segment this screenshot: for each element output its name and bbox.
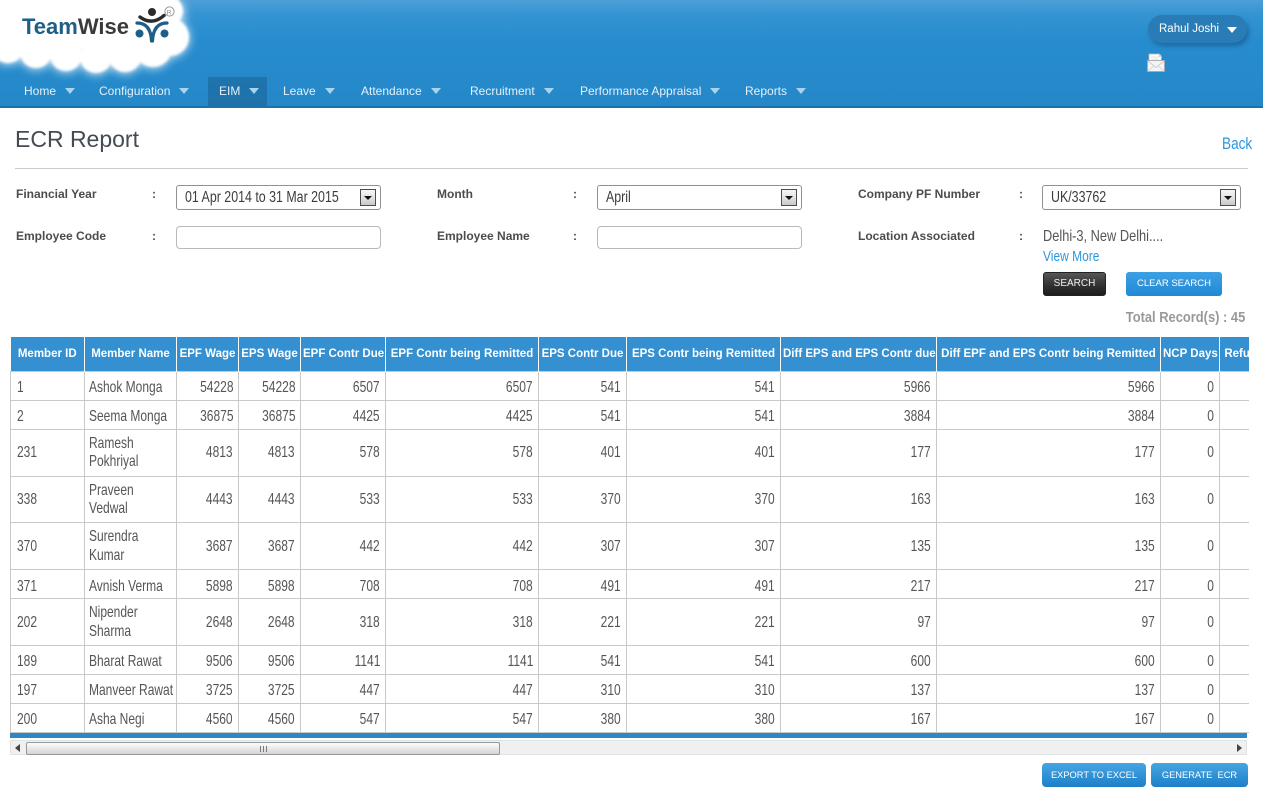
svg-text:R: R xyxy=(167,10,172,17)
svg-text:TeamWise: TeamWise xyxy=(22,14,129,39)
